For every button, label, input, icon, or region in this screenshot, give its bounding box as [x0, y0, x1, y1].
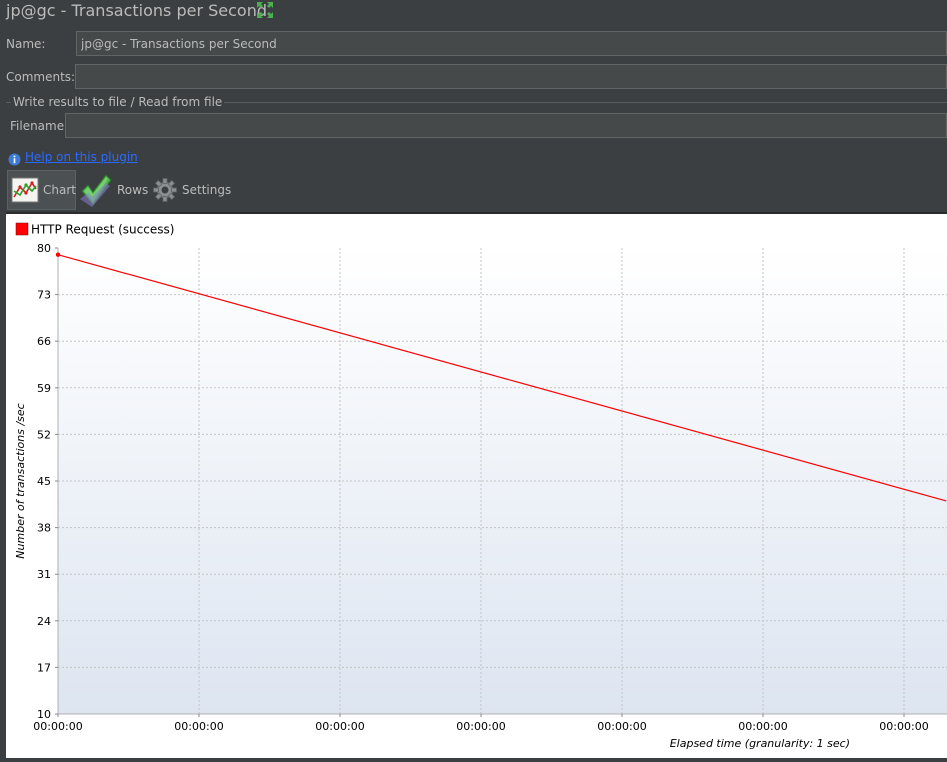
chart-icon [11, 177, 39, 203]
y-tick-label: 45 [37, 475, 51, 488]
y-tick-label: 31 [37, 568, 51, 581]
y-tick-label: 66 [37, 335, 51, 348]
comments-field[interactable] [75, 64, 947, 89]
y-tick-label: 24 [37, 615, 51, 628]
data-point [55, 252, 61, 257]
y-tick-label: 80 [37, 242, 51, 255]
y-tick-label: 38 [37, 522, 51, 535]
tab-chart-label: Chart [43, 183, 76, 197]
tab-chart[interactable]: Chart [7, 170, 76, 210]
expand-icon[interactable] [256, 1, 274, 19]
tab-rows[interactable]: Rows [80, 170, 148, 210]
legend-swatch [15, 222, 29, 236]
y-tick-label: 73 [37, 289, 51, 302]
chart: 8073665952453831241710 00:00:00 00:00:00 0… [14, 222, 947, 750]
tab-rows-label: Rows [117, 183, 149, 197]
name-field[interactable] [76, 31, 947, 56]
x-axis-title: Elapsed time (granularity: 1 sec) [670, 737, 850, 750]
x-tick-label: 00:00:00 [597, 720, 646, 733]
tab-settings-label: Settings [182, 183, 232, 197]
file-section-label: Write results to file / Read from file [11, 95, 225, 109]
help-link[interactable]: Help on this plugin [25, 150, 138, 164]
x-tick-label: 00:00:00 [33, 720, 82, 733]
y-tick-label: 52 [37, 428, 51, 441]
window-title: jp@gc - Transactions per Second [6, 1, 267, 20]
x-tick-label: 00:00:00 [456, 720, 505, 733]
x-tick-label: 00:00:00 [879, 720, 928, 733]
checkmark-icon [80, 173, 112, 207]
x-tick-label: 00:00:00 [315, 720, 364, 733]
legend-label: HTTP Request (success) [31, 223, 174, 237]
info-icon [8, 151, 21, 166]
chart-panel: 80 73 66 59 52 45 38 31 24 17 10 00:00:00 00:00:00 0… [6, 212, 947, 758]
name-label: Name: [6, 37, 46, 51]
tab-settings[interactable]: Settings [153, 170, 233, 210]
comments-label: Comments: [6, 70, 76, 84]
y-tick-label: 59 [37, 382, 51, 395]
x-tick-label: 00:00:00 [174, 720, 223, 733]
y-tick-label: 17 [37, 661, 51, 674]
filename-field[interactable] [65, 113, 947, 138]
filename-label: Filename [10, 119, 65, 133]
x-tick-label: 00:00:00 [738, 720, 787, 733]
gear-icon [153, 178, 177, 202]
y-axis-title: Number of transactions /sec [14, 403, 27, 558]
